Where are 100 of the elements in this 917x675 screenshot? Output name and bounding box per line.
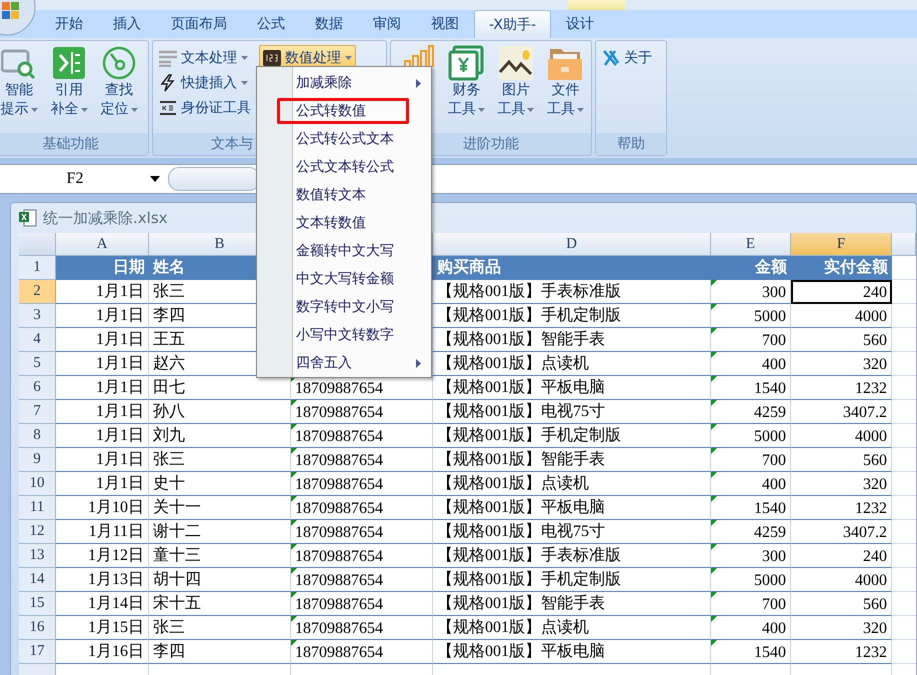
row-header[interactable]: 4: [19, 328, 56, 352]
row-header[interactable]: 6: [19, 376, 56, 400]
table-cell: 240: [791, 544, 892, 568]
ribbon-button[interactable]: 关于: [598, 45, 656, 71]
table-cell: 1月1日: [56, 328, 149, 352]
ribbon-tab[interactable]: 审阅: [358, 9, 416, 38]
row-header[interactable]: 8: [19, 424, 56, 448]
table-cell: 240: [791, 280, 892, 304]
table-cell: 【规格001版】手机定制版: [433, 424, 711, 448]
table-cell: 胡十四: [149, 568, 291, 592]
row-header[interactable]: 12: [19, 520, 56, 544]
table-cell: 18709887654: [291, 472, 433, 496]
column-header[interactable]: A: [56, 233, 149, 256]
table-cell: 购买商品: [433, 256, 711, 280]
ribbon-button[interactable]: 文件 工具: [542, 45, 589, 119]
table-cell: 谢十二: [149, 520, 291, 544]
table-cell: 560: [791, 592, 892, 616]
table-cell: 1月1日: [56, 424, 149, 448]
row-header[interactable]: 1: [19, 256, 56, 280]
table-cell: 18709887654: [291, 424, 433, 448]
select-all-corner[interactable]: [19, 233, 56, 256]
id-card-icon: [159, 99, 177, 117]
name-box[interactable]: F2: [0, 170, 150, 188]
caret-icon[interactable]: [150, 176, 160, 182]
row-header[interactable]: 10: [19, 472, 56, 496]
number-icon: [263, 49, 281, 67]
ribbon-button[interactable]: 引用 补全: [45, 45, 93, 119]
table-cell: 1232: [791, 496, 892, 520]
table-cell: 【规格001版】点读机: [433, 472, 711, 496]
row-header[interactable]: 11: [19, 496, 56, 520]
table-cell: 4000: [791, 424, 892, 448]
row-header[interactable]: 16: [19, 616, 56, 640]
lightning-icon: [159, 74, 177, 92]
ribbon-button[interactable]: 图片 工具: [492, 45, 540, 119]
table-cell: 700: [711, 328, 791, 352]
column-header[interactable]: [892, 233, 916, 256]
table-cell: 田七: [149, 376, 291, 400]
image-icon: [498, 45, 534, 81]
table-cell: 【规格001版】平板电脑: [433, 376, 711, 400]
ribbon-tab[interactable]: 数据: [300, 9, 358, 38]
table-cell: 关十一: [149, 496, 291, 520]
ribbon-button[interactable]: 智能 提示: [0, 45, 43, 119]
ribbon-button[interactable]: 财务 工具: [442, 45, 490, 119]
table-cell: 4259: [711, 520, 791, 544]
spreadsheet-icon: [19, 209, 37, 227]
row-header[interactable]: 14: [19, 568, 56, 592]
table-cell: 【规格001版】平板电脑: [433, 496, 711, 520]
column-header[interactable]: E: [711, 233, 791, 256]
menu-item[interactable]: 加减乘除: [257, 69, 431, 97]
table-cell: 300: [711, 544, 791, 568]
table-cell: 5000: [711, 568, 791, 592]
table-cell: 700: [711, 448, 791, 472]
table-cell: 320: [791, 472, 892, 496]
ribbon-tab[interactable]: 设计: [551, 9, 609, 38]
row-header[interactable]: 3: [19, 304, 56, 328]
ribbon-button[interactable]: 身份证工具: [155, 95, 255, 121]
table-cell: 张三: [149, 448, 291, 472]
row-header[interactable]: 15: [19, 592, 56, 616]
ribbon-button[interactable]: 文本处理: [155, 45, 255, 71]
row-header[interactable]: 5: [19, 352, 56, 376]
table-cell: 【规格001版】电视75寸: [433, 400, 711, 424]
ribbon-button[interactable]: 快捷插入: [155, 70, 255, 96]
ribbon-tab[interactable]: 视图: [416, 9, 474, 38]
ribbon-tab[interactable]: 插入: [98, 9, 156, 38]
table-cell: 300: [711, 280, 791, 304]
table-cell: 【规格001版】智能手表: [433, 328, 711, 352]
row-header[interactable]: 9: [19, 448, 56, 472]
table-cell: 张三: [149, 616, 291, 640]
menu-item[interactable]: 公式转数值: [257, 97, 431, 125]
row-header[interactable]: 17: [19, 640, 56, 664]
table-cell: 3407.2: [791, 400, 892, 424]
table-cell: 3407.2: [791, 520, 892, 544]
ribbon-tab[interactable]: -X助手-: [474, 10, 551, 38]
table-cell: 日期: [56, 256, 149, 280]
context-tab-header: [568, 0, 625, 10]
ribbon-tab[interactable]: 公式: [242, 9, 300, 38]
table-cell: 1540: [711, 640, 791, 664]
lines-icon: [159, 49, 177, 67]
menu-item[interactable]: 数值转文本: [257, 181, 431, 209]
table-cell: 孙八: [149, 400, 291, 424]
row-header[interactable]: 13: [19, 544, 56, 568]
table-cell: 18709887654: [291, 544, 433, 568]
table-cell: 【规格001版】手机定制版: [433, 304, 711, 328]
table-cell: 320: [791, 352, 892, 376]
ribbon-tab[interactable]: 页面布局: [156, 9, 242, 38]
table-cell: 1月1日: [56, 376, 149, 400]
column-header[interactable]: F: [791, 233, 892, 256]
row-header[interactable]: 2: [19, 280, 56, 304]
money-icon: [448, 45, 484, 81]
column-header[interactable]: D: [433, 233, 711, 256]
table-cell: 【规格001版】手表标准版: [433, 544, 711, 568]
table-cell: 【规格001版】电视75寸: [433, 520, 711, 544]
table-cell: 1月15日: [56, 616, 149, 640]
menu-item[interactable]: 公式文本转公式: [257, 153, 431, 181]
ribbon-button[interactable]: 查找 定位: [95, 45, 143, 119]
table-cell: 1月14日: [56, 592, 149, 616]
table-cell: 18709887654: [291, 376, 433, 400]
row-header[interactable]: 7: [19, 400, 56, 424]
table-cell: 1月1日: [56, 448, 149, 472]
ribbon-tab[interactable]: 开始: [40, 9, 98, 38]
